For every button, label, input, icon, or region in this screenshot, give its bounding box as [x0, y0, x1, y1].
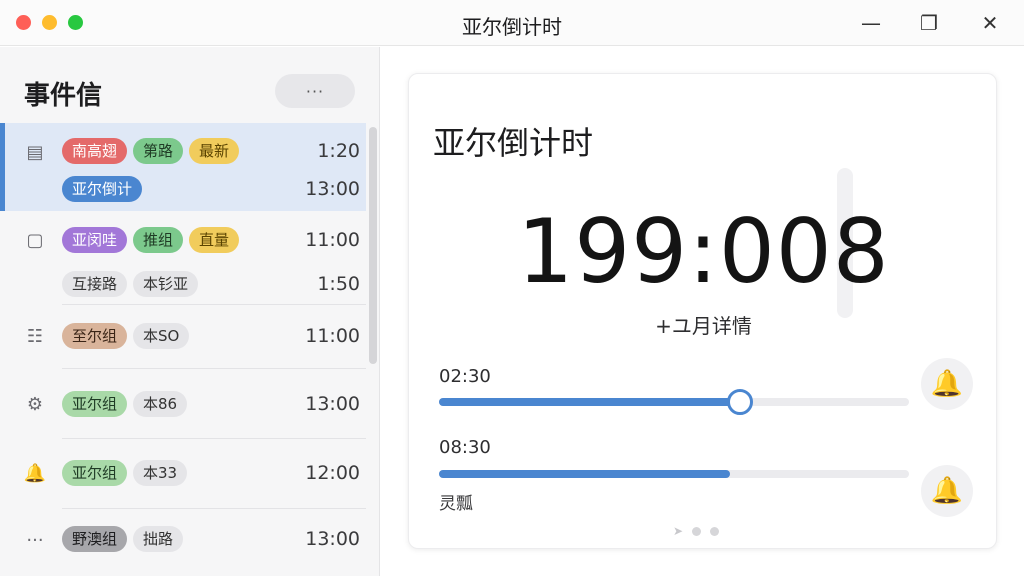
bell-icon[interactable]: 🔔 — [921, 465, 973, 517]
more-options-button[interactable]: ··· — [275, 74, 355, 108]
page-indicator[interactable]: ➤ — [673, 524, 720, 538]
event-tag: 南高翅 — [62, 138, 128, 164]
event-tag: 最新 — [189, 138, 240, 164]
event-tag: 第路 — [133, 138, 184, 164]
countdown-display: 199:008 — [517, 200, 890, 303]
page-dot[interactable] — [692, 526, 702, 536]
event-item[interactable]: ⚙ 亚尔组 本86 13:00 — [0, 369, 366, 437]
event-tag: 互接路 — [62, 271, 128, 297]
event-tag: 本86 — [133, 391, 188, 417]
minimize-icon[interactable]: — — [856, 8, 886, 38]
event-time: 13:00 — [305, 393, 360, 415]
event-item[interactable]: ▢ 亚闵哇 推组 直量 11:00 互接路 本钐亚 1:50 — [0, 213, 366, 303]
sidebar-scrollbar[interactable] — [369, 127, 377, 364]
list-calendar-icon: ☷ — [26, 325, 44, 347]
alarm-slider-track[interactable] — [439, 389, 909, 415]
event-tag: 推组 — [133, 227, 184, 253]
alarm-slider-fill — [439, 470, 731, 478]
title-bar: 亚尔倒计时 — ❐ ✕ — [0, 0, 1024, 46]
event-tag: 本SO — [133, 323, 190, 349]
event-tag: 拙路 — [133, 526, 184, 552]
event-item[interactable]: ··· 野澳组 拙路 13:00 — [0, 509, 366, 575]
gear-icon: ⚙ — [26, 393, 44, 415]
event-tag: 至尔组 — [62, 323, 128, 349]
event-time: 11:00 — [305, 229, 360, 251]
countdown-card: 亚尔倒计时 199:008 +ユ月详情 02:30 🔔 08:30 🔔 灵瓢 ➤ — [408, 73, 997, 549]
event-tag: 亚尔组 — [62, 391, 128, 417]
event-tag: 亚尔组 — [62, 460, 128, 486]
event-tag: 亚尔倒计 — [62, 176, 143, 202]
calendar-icon: ▢ — [26, 229, 44, 251]
event-tag: 本钐亚 — [133, 271, 199, 297]
more-icon: ··· — [26, 529, 44, 551]
event-tag: 直量 — [189, 227, 240, 253]
event-tag: 亚闵哇 — [62, 227, 128, 253]
countdown-subtitle[interactable]: +ユ月详情 — [409, 310, 998, 339]
event-time: 1:50 — [317, 273, 360, 295]
event-time: 13:00 — [305, 528, 360, 550]
alarm-slider-thumb[interactable] — [726, 389, 753, 415]
bell-icon[interactable]: 🔔 — [921, 358, 973, 410]
event-time: 11:00 — [305, 325, 360, 347]
maximize-icon[interactable]: ❐ — [914, 8, 944, 38]
event-tag: 本33 — [133, 460, 188, 486]
event-time: 12:00 — [305, 462, 360, 484]
bell-icon: 🔔 — [23, 462, 47, 484]
event-time: 1:20 — [317, 140, 360, 162]
alarm-time-label: 02:30 — [439, 366, 491, 387]
event-tag: 野澳组 — [62, 526, 128, 552]
alarm-time-label: 08:30 — [439, 437, 491, 458]
sidebar-title: 事件信 — [24, 81, 103, 111]
arrow-icon: ➤ — [673, 524, 684, 538]
alarm-slider-fill — [439, 398, 740, 406]
event-item[interactable]: ☷ 至尔组 本SO 11:00 — [0, 305, 366, 367]
countdown-title: 亚尔倒计时 — [433, 124, 594, 162]
event-sidebar: 事件信 ··· ▤ 南高翅 第路 最新 1:20 亚尔倒计 13:00 ▢ 亚闵… — [0, 47, 380, 576]
event-time: 13:00 — [305, 178, 360, 200]
event-item[interactable]: 🔔 亚尔组 本33 12:00 — [0, 439, 366, 507]
page-dot[interactable] — [710, 526, 720, 536]
alarm-note: 灵瓢 — [439, 494, 473, 514]
event-item[interactable]: ▤ 南高翅 第路 最新 1:20 亚尔倒计 13:00 — [0, 123, 366, 211]
calendar-icon: ▤ — [26, 141, 44, 163]
alarm-slider-track[interactable] — [439, 470, 909, 478]
close-icon[interactable]: ✕ — [975, 8, 1005, 38]
